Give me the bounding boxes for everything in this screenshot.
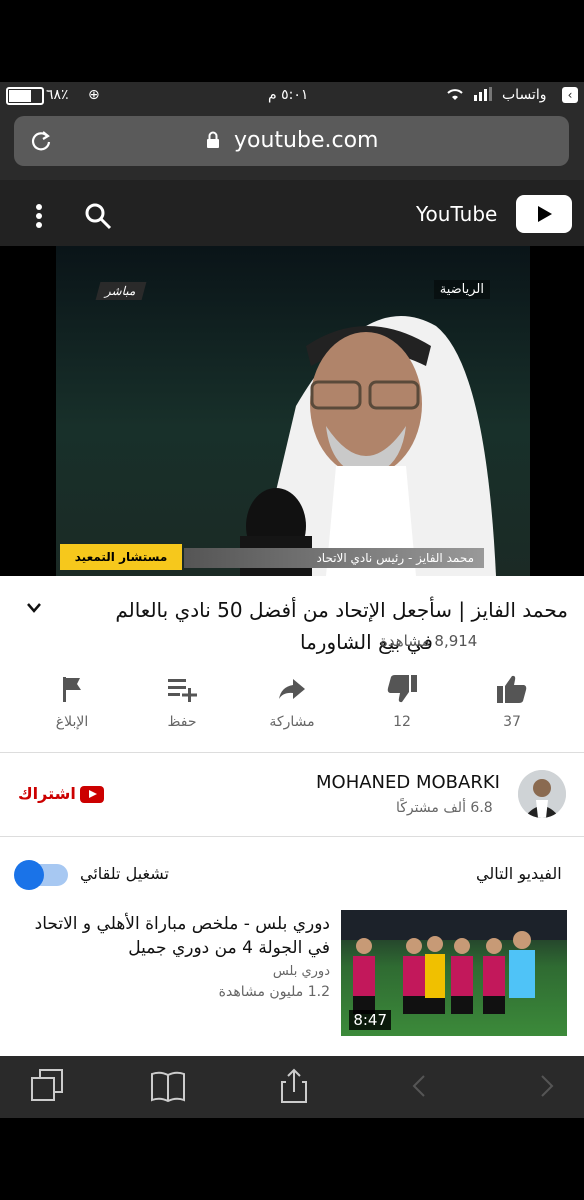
tv-channel-logo: الرياضية <box>433 280 490 299</box>
back-icon[interactable] <box>400 1066 440 1106</box>
like-count: 37 <box>503 714 521 730</box>
subscribe-button[interactable]: اشتراك <box>18 784 76 803</box>
report-label: الإبلاغ <box>55 714 89 730</box>
share-sheet-icon[interactable] <box>274 1066 314 1106</box>
related-video-title[interactable]: دوري بلس - ملخص مباراة الأهلي و الاتحاد … <box>30 912 330 960</box>
autoplay-label: تشغيل تلقائي <box>80 864 169 883</box>
video-duration: 8:47 <box>349 1010 391 1030</box>
tabs-icon[interactable] <box>28 1066 68 1106</box>
channel-name[interactable]: MOHANED MOBARKI <box>316 772 500 793</box>
dislike-button[interactable]: 12 <box>362 672 442 730</box>
bookmarks-icon[interactable] <box>148 1066 188 1106</box>
related-video-thumbnail[interactable]: 8:47 <box>341 910 567 1036</box>
thumbs-up-icon <box>472 672 552 706</box>
live-badge: مباشر <box>95 282 147 300</box>
wifi-icon <box>446 87 464 105</box>
back-arrow-icon[interactable]: ‹ <box>562 87 578 103</box>
battery-percent: ٦٨٪ <box>46 87 69 103</box>
share-icon <box>252 672 332 706</box>
signal-icon <box>474 87 496 105</box>
back-to-app-label[interactable]: واتساب <box>502 87 546 103</box>
video-title: محمد الفايز | سأجعل الإتحاد من أفضل 50 ن… <box>115 598 568 622</box>
divider <box>0 836 584 837</box>
video-person-image <box>216 286 516 576</box>
view-count: 8,914 مشاهدة <box>380 632 478 650</box>
channel-avatar[interactable] <box>518 770 566 818</box>
clock: ٥:٠١ م <box>268 87 309 103</box>
thumbs-down-icon <box>362 672 442 706</box>
video-player[interactable]: مباشر الرياضية مستشار التمعيد محمد الفاي… <box>56 246 530 576</box>
divider <box>0 752 584 753</box>
save-button[interactable]: حفظ <box>142 672 222 730</box>
lower-third: مستشار التمعيد محمد الفايز - رئيس نادي ا… <box>56 544 530 570</box>
up-next-label: الفيديو التالي <box>476 864 562 883</box>
lower-third-program: مستشار التمعيد <box>60 544 182 570</box>
more-options-icon[interactable] <box>34 201 44 231</box>
like-button[interactable]: 37 <box>472 672 552 730</box>
lower-third-caption: محمد الفايز - رئيس نادي الاتحاد <box>184 548 484 568</box>
dislike-count: 12 <box>393 714 411 730</box>
toggle-knob <box>14 860 44 890</box>
flag-icon <box>32 672 112 706</box>
battery-icon <box>6 87 44 109</box>
share-button[interactable]: مشاركة <box>252 672 332 730</box>
subscriber-count: 6.8 ألف مشتركًا <box>396 800 493 816</box>
share-label: مشاركة <box>269 714 315 730</box>
youtube-logo-text[interactable]: YouTube <box>416 202 497 226</box>
reload-icon[interactable] <box>30 130 52 152</box>
chevron-down-icon[interactable] <box>26 600 42 614</box>
report-button[interactable]: الإبلاغ <box>32 672 112 730</box>
related-video-views: 1.2 مليون مشاهدة <box>218 984 330 1000</box>
status-bar: ٦٨٪ ⊕ ٥:٠١ م واتساب ‹ <box>0 82 584 110</box>
url-text[interactable]: youtube.com <box>234 128 378 153</box>
related-video-channel: دوري بلس <box>272 964 330 979</box>
rotation-lock-icon: ⊕ <box>88 87 100 103</box>
playlist-add-icon <box>142 672 222 706</box>
autoplay-toggle[interactable] <box>14 860 68 890</box>
search-icon[interactable] <box>84 202 112 230</box>
youtube-play-icon <box>80 786 104 803</box>
lock-icon <box>206 131 220 149</box>
forward-icon[interactable] <box>526 1066 566 1106</box>
youtube-logo-icon[interactable] <box>516 195 572 233</box>
save-label: حفظ <box>167 714 197 730</box>
